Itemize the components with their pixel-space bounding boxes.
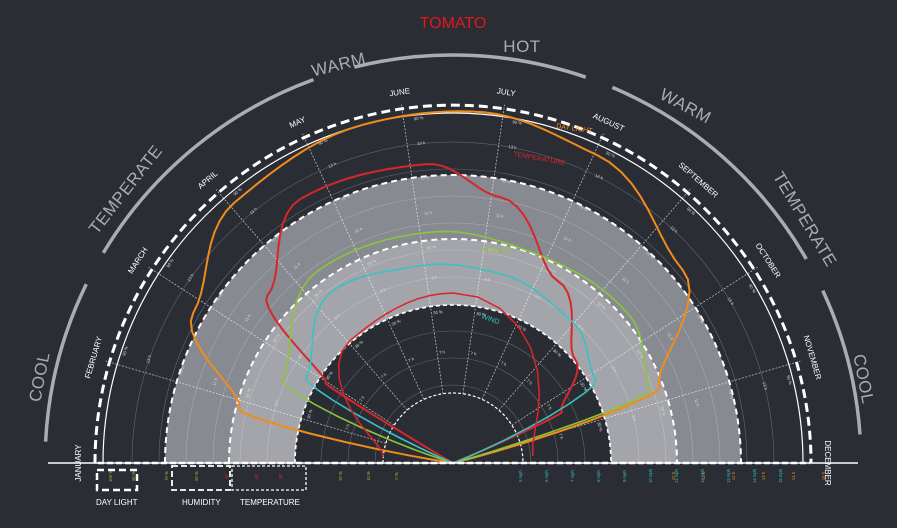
bottom-scales: 100 % 90 % 70 % 60 % 45° 40° 35° 20 % 10 % 0 % 5 m… [108,468,826,483]
wind-scale-label: 10 mph [648,468,653,483]
daylight-scale-label: 10 h [671,471,676,480]
scale-tick-label: 90 % [232,186,243,196]
bottom-left-scale-label: 40° [254,473,259,480]
month-label: JUNE [389,86,411,98]
daylight-scale-label: 13 h [761,471,766,480]
season-arc [353,53,587,79]
month-label: SEPTEMBER [677,160,720,199]
legend-label-temperature: TEMPERATURE [240,498,300,507]
diagram-title: TOMATO [420,15,487,32]
wind-scale-label: 8 mph [596,470,601,482]
month-label: MARCH [126,246,150,276]
legend-item-humidity: HUMIDITY [171,465,231,507]
scale-tick-label: 90 % [686,206,697,216]
legend-item-temperature: TEMPERATURE [231,465,307,507]
curve-label-temperature: TEMPERATURE [513,151,566,167]
month-label: FEBRUARY [83,335,104,380]
scale-tick-label: 13 h [417,140,426,146]
season-label-warm-right: WARM [657,85,715,128]
wind-scale-label: 14 mph [752,468,757,483]
bottom-left-scale-label: 70 % [164,471,169,481]
bottom-left-scale-label: 60 % [194,471,199,481]
scale-tick-label: 13 h [145,354,152,364]
curve-label-humidity: HUMIDITY [480,247,514,255]
month-label: NOVEMBER [802,334,824,381]
season-label-warm-left: WARM [310,49,368,81]
month-label: APRIL [196,169,220,191]
scale-tick-label: 90 % [414,115,424,121]
legend: DAY LIGHT HUMIDITY TEMPERATURE [95,465,307,507]
scale-tick-label: 13 h [762,381,769,391]
legend-label-humidity: HUMIDITY [182,498,221,507]
scale-tick-label: 13 h [248,206,258,216]
curve-label-daylight: DAY LIGHT [556,123,594,135]
bottom-left-scale-label: 45° [224,473,229,480]
wind-scale-label: 5 mph [518,470,523,482]
bottom-left-scale-label: 0 % [394,472,399,479]
scale-tick-label: 13 h [594,173,604,181]
wind-scale-label: 15 mph [778,468,783,483]
scale-tick-label: 13 h [669,225,679,235]
daylight-scale-label: 11 h [701,471,706,480]
month-label: MAY [288,115,308,130]
month-label: AUGUST [592,111,626,133]
wind-scale-label: 6 mph [544,470,549,482]
bottom-left-scale-label: 100 % [108,470,113,482]
daylight-scale-label: 15 h [821,471,826,480]
month-label: JULY [496,87,517,99]
tomato-climate-diagram: TOMATO COOL TEMPERATE WARM HOT WARM TEMP… [25,15,877,507]
season-label-temperate-left: TEMPERATE [85,142,166,238]
bottom-left-scale-label: 90 % [131,471,136,481]
scale-tick-label: 90 % [748,283,758,294]
legend-swatch-humidity [171,465,231,491]
bottom-left-scale-label: 10 % [366,471,371,481]
legend-label-daylight: DAY LIGHT [96,498,138,507]
bottom-left-scale-label: 20 % [338,471,343,481]
scale-tick-label: 13 h [328,161,338,169]
legend-swatch-temperature [231,465,307,491]
scale-tick-label: 13 h [508,144,517,150]
wind-scale-label: 9 mph [622,470,627,482]
season-label-hot: HOT [503,37,540,56]
wind-scale-label: 7 mph [570,470,575,482]
scale-tick-label: 13 h [726,296,735,306]
bottom-left-scale-label: 35° [278,473,283,480]
scale-tick-label: 90 % [605,150,616,159]
scale-tick-label: 90 % [165,258,175,269]
daylight-scale-label: 14 h [791,471,796,480]
daylight-scale-label: 12 h [731,471,736,480]
